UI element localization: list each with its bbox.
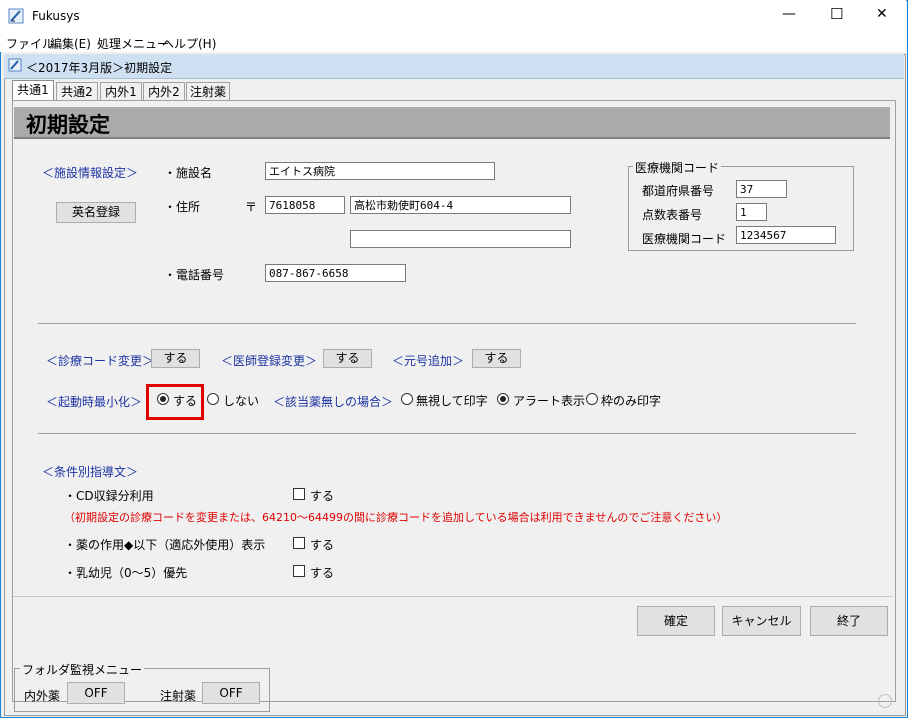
cd-check-label[interactable]: する bbox=[310, 487, 334, 504]
institution-code-label: 医療機関コード bbox=[642, 232, 727, 246]
nodrug-ignore-radio[interactable] bbox=[401, 393, 413, 405]
status-circle-icon bbox=[878, 694, 892, 708]
minimize-yes-radio[interactable] bbox=[157, 393, 169, 405]
institution-code-input[interactable]: 1234567 bbox=[736, 226, 836, 244]
address-label: ・住所 bbox=[164, 200, 201, 214]
menu-bar: ファイル 編集(E) 処理メニュー ヘルプ(H) bbox=[0, 32, 906, 52]
cd-checkbox[interactable] bbox=[293, 488, 305, 500]
postal-mark: 〒 bbox=[245, 200, 258, 214]
cancel-button[interactable]: キャンセル bbox=[722, 606, 801, 636]
nodrug-alert-radio[interactable] bbox=[497, 393, 509, 405]
tab-common1[interactable]: 共通1 bbox=[12, 80, 54, 101]
tab-common2[interactable]: 共通2 bbox=[56, 82, 98, 101]
points-table-label: 点数表番号 bbox=[642, 208, 703, 222]
minimize-yes-label[interactable]: する bbox=[173, 392, 197, 409]
phone-input[interactable]: 087-867-6658 bbox=[265, 264, 406, 282]
medical-code-group-label: 医療機関コード bbox=[633, 159, 722, 176]
tab-inout1[interactable]: 内外1 bbox=[100, 82, 142, 101]
close-button[interactable]: ✕ bbox=[876, 6, 888, 22]
folder-monitor-label: フォルダ監視メニュー bbox=[20, 661, 145, 678]
title-bar: Fukusys — ☐ ✕ bbox=[0, 0, 906, 32]
page-header: 初期設定 bbox=[14, 107, 890, 139]
minimize-no-radio[interactable] bbox=[207, 393, 219, 405]
menu-help[interactable]: ヘルプ(H) bbox=[162, 35, 216, 52]
facility-name-label: ・施設名 bbox=[164, 166, 213, 180]
child-title-bar: ＜2017年3月版＞初期設定 bbox=[4, 54, 904, 79]
divider-1 bbox=[38, 323, 856, 324]
minimize-label: ＜起動時最小化＞ bbox=[46, 395, 143, 409]
confirm-button[interactable]: 確定 bbox=[637, 606, 715, 636]
nodrug-alert-label[interactable]: アラート表示 bbox=[513, 392, 585, 409]
diag-code-label: ＜診療コード変更＞ bbox=[46, 354, 155, 368]
drug-effect-check-label[interactable]: する bbox=[310, 536, 334, 553]
child-title: ＜2017年3月版＞初期設定 bbox=[26, 61, 173, 75]
menu-edit[interactable]: 編集(E) bbox=[50, 35, 91, 52]
postal-code-input[interactable]: 7618058 bbox=[265, 196, 345, 214]
no-drug-label: ＜該当薬無しの場合＞ bbox=[273, 395, 394, 409]
footer-divider bbox=[13, 596, 893, 597]
address2-input[interactable] bbox=[350, 230, 571, 248]
menu-file[interactable]: ファイル bbox=[6, 35, 54, 52]
injection-label: 注射薬 bbox=[160, 689, 197, 703]
tab-injection[interactable]: 注射薬 bbox=[186, 82, 230, 101]
points-table-input[interactable]: 1 bbox=[736, 203, 767, 221]
facility-name-input[interactable]: エイトス病院 bbox=[265, 162, 495, 180]
infant-checkbox[interactable] bbox=[293, 565, 305, 577]
window-title: Fukusys bbox=[32, 9, 80, 23]
cd-label: ・CD収録分利用 bbox=[64, 489, 154, 503]
nodrug-frame-radio[interactable] bbox=[586, 393, 598, 405]
prefecture-label: 都道府県番号 bbox=[642, 184, 715, 198]
prefecture-input[interactable]: 37 bbox=[736, 180, 787, 198]
english-name-button[interactable]: 英名登録 bbox=[56, 202, 136, 223]
infant-check-label[interactable]: する bbox=[310, 564, 334, 581]
tab-inout2[interactable]: 内外2 bbox=[143, 82, 185, 101]
phone-label: ・電話番号 bbox=[164, 268, 225, 282]
doctor-button[interactable]: する bbox=[323, 349, 372, 368]
injection-button[interactable]: OFF bbox=[202, 682, 260, 704]
internal-drug-button[interactable]: OFF bbox=[67, 682, 125, 704]
nodrug-ignore-label[interactable]: 無視して印字 bbox=[416, 392, 488, 409]
minimize-button[interactable]: — bbox=[782, 6, 796, 22]
menu-process[interactable]: 処理メニュー bbox=[97, 35, 169, 52]
era-label: ＜元号追加＞ bbox=[392, 354, 465, 368]
guidance-section-label: ＜条件別指導文＞ bbox=[42, 465, 139, 479]
nodrug-frame-label[interactable]: 枠のみ印字 bbox=[601, 392, 661, 409]
minimize-no-label[interactable]: しない bbox=[223, 392, 259, 409]
child-app-icon bbox=[8, 58, 22, 72]
drug-effect-label: ・薬の作用◆以下（適応外使用）表示 bbox=[64, 538, 266, 552]
page-title: 初期設定 bbox=[26, 113, 110, 137]
exit-button[interactable]: 終了 bbox=[810, 606, 888, 636]
facility-section-label: ＜施設情報設定＞ bbox=[42, 166, 139, 180]
address1-input[interactable]: 高松市勅使町604-4 bbox=[350, 196, 571, 214]
doctor-label: ＜医師登録変更＞ bbox=[221, 354, 318, 368]
infant-label: ・乳幼児（0～5）優先 bbox=[64, 566, 188, 580]
divider-2 bbox=[38, 433, 856, 434]
drug-effect-checkbox[interactable] bbox=[293, 537, 305, 549]
app-icon bbox=[8, 8, 24, 24]
internal-drug-label: 内外薬 bbox=[24, 689, 61, 703]
maximize-button[interactable]: ☐ bbox=[830, 5, 843, 23]
diag-code-button[interactable]: する bbox=[151, 349, 200, 368]
warning-text: （初期設定の診療コードを変更または、64210～64499の間に診療コードを追加… bbox=[64, 511, 728, 524]
era-button[interactable]: する bbox=[472, 349, 521, 368]
